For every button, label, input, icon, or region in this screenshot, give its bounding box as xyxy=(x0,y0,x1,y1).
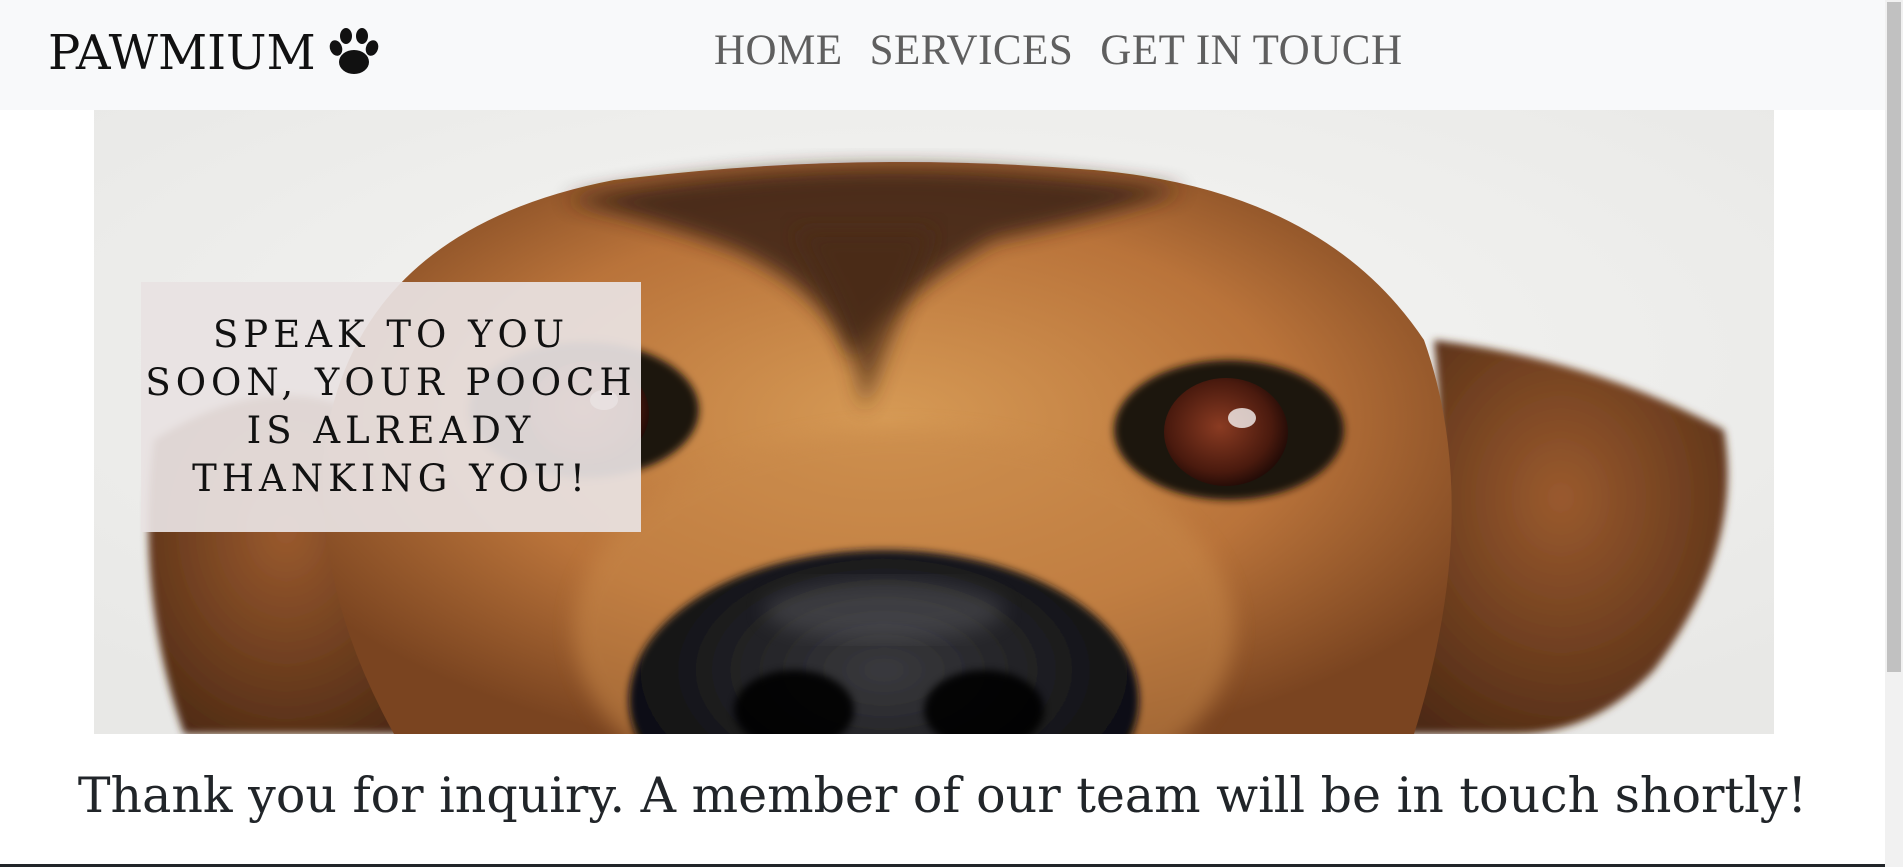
vertical-scrollbar[interactable] xyxy=(1885,0,1903,867)
hero-caption-box: SPEAK TO YOU SOON, YOUR POOCH IS ALREADY… xyxy=(141,282,641,532)
brand-link[interactable]: PAWMIUM xyxy=(48,23,380,83)
nav-link-home[interactable]: HOME xyxy=(714,24,843,78)
thank-you-message: Thank you for inquiry. A member of our t… xyxy=(77,767,1808,824)
nav-link-services[interactable]: SERVICES xyxy=(870,24,1074,78)
nav-link-get-in-touch[interactable]: GET IN TOUCH xyxy=(1100,24,1402,78)
paw-icon xyxy=(328,28,380,78)
scrollbar-thumb[interactable] xyxy=(1887,2,1901,672)
hero-caption: SPEAK TO YOU SOON, YOUR POOCH IS ALREADY… xyxy=(145,313,637,500)
hero-image: SPEAK TO YOU SOON, YOUR POOCH IS ALREADY… xyxy=(94,110,1774,734)
nav-links: HOME SERVICES GET IN TOUCH xyxy=(714,24,1403,78)
navbar: PAWMIUM HOME SERVICES GET IN TOUCH xyxy=(0,0,1885,110)
page: PAWMIUM HOME SERVICES GET IN TOUCH SPEAK… xyxy=(0,0,1903,867)
brand-name: PAWMIUM xyxy=(48,25,316,81)
